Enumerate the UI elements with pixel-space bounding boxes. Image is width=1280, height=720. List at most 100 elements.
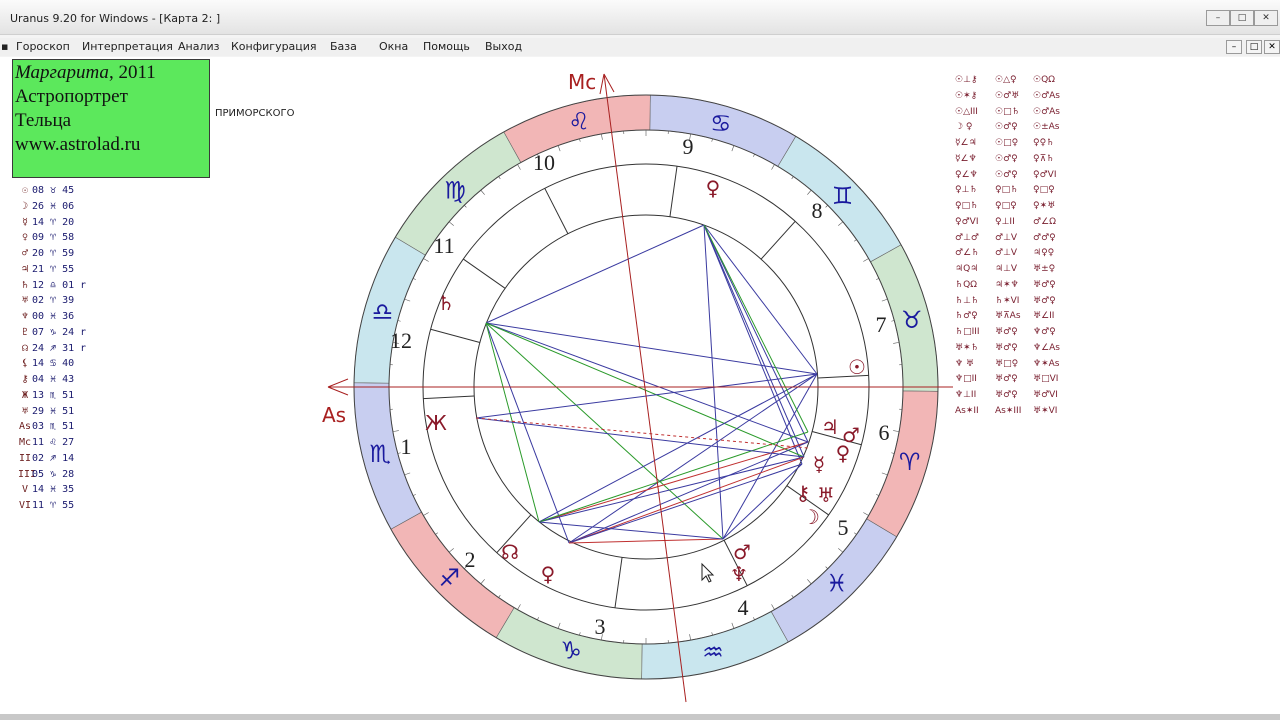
planet-glyph-icon: ⚷ [21,374,29,385]
planet-position-text: 02 ♈ 39 [32,295,75,307]
maximize-button[interactable]: □ [1230,10,1254,26]
chiron-icon: ⚷ [796,481,811,505]
app-menu-icon[interactable]: ▪ [1,40,8,53]
planet-position-text: 05 ♑ 28 [32,468,75,480]
venus-3-icon: ♀ [541,562,556,586]
mdi-minimize-button[interactable]: – [1226,40,1242,54]
website: www.astrolad.ru [15,134,141,155]
planet-position-text: 08 ♉ 45 [32,185,75,196]
planet-positions-list: ☉ 08 ♉ 45 ☽ 26 ♓ 06 ☿ 14 ♈ 20 ♀ 09 ♈ 58 ♂ 20 ♈ 59… [18,183,86,514]
aspect-entry: ♄✶VI [995,295,1020,306]
aspect-entry: ☉QΩ [1033,75,1056,85]
aspect-line [485,322,724,540]
degree-tick [517,604,521,610]
aspect-entry: ♅∠II [1033,311,1055,322]
planet-position-row: ♇ 07 ♑ 24 r [18,325,86,341]
planet-glyph-icon: ♆ [21,311,29,322]
degree-tick [791,176,794,180]
aspects-column-3: ☉QΩ ☉♂As ☉♂As ☉±As ♀♀♄ ♀⊼♄ ♀♂VI ♀□♀ ♀✶♅ ♂∠Ω ♂♂♀ ♃♀♀… [1033,73,1060,420]
aspect-entry: ☉♂♀ [995,122,1018,133]
planet-position-row: ♅ 02 ♈ 39 [18,293,86,309]
minimize-button[interactable]: – [1206,10,1230,26]
pisces-icon: ♓ [826,570,848,598]
menu-horoscope[interactable]: Гороскоп [16,40,70,53]
degree-tick [448,221,454,226]
planet-position-row: ⚷ 04 ♓ 43 [18,372,86,388]
menu-base[interactable]: База [330,40,357,53]
aspect-line [475,417,805,458]
status-bar [0,714,1280,720]
planet-glyph-icon: ♀ [21,232,29,244]
aspect-entry: ♀♂VI [1033,169,1057,180]
house-number-5: 5 [838,515,849,540]
degree-tick [579,632,581,636]
aspect-entry: ♃✶♆ [995,279,1019,290]
house-cusp-line [423,395,475,400]
planet-glyph-icon: Ж [21,389,29,401]
planet-glyph-icon: ♅ [21,295,29,307]
degree-tick [480,189,485,195]
degree-tick [480,579,485,585]
close-button[interactable]: ✕ [1254,10,1278,26]
person-name: Маргарита [15,62,109,83]
house-number-12: 12 [390,328,412,353]
house-number-8: 8 [812,198,823,223]
title-bar: Uranus 9.20 for Windows - [Карта 2: ] – … [0,0,1280,35]
planet-position-text: 14 ♓ 35 [32,484,75,496]
info-line-1: Маргарита, 2011 [15,61,209,85]
planet-position-row: VI11 ♈ 55 [18,498,86,514]
planet-position-row: ♃ 21 ♈ 55 [18,262,86,278]
degree-tick [412,278,416,280]
house-number-4: 4 [738,595,749,620]
degree-tick [537,617,539,621]
menu-windows[interactable]: Окна [379,40,408,53]
aspect-line [485,322,570,544]
aspect-line [722,463,803,540]
planet-glyph-icon: ☿ [21,216,29,228]
jupiter-icon: ♃ [821,415,839,439]
aspect-entry: ☉±As [1033,122,1060,133]
house-cusp-line [669,166,678,217]
mars-2-icon: ♂ [733,540,751,564]
degree-tick [771,164,775,170]
planet-position-row: ♄ 12 ♎ 01 r [18,278,86,294]
menu-configuration[interactable]: Конфигурация [231,40,317,53]
aspect-line-dashed [475,417,809,449]
planet-position-text: 24 ♐ 31 r [32,342,87,354]
planet-position-row: ♅ 29 ♓ 51 [18,404,86,420]
taurus-icon: ♉ [901,306,923,334]
planet-position-row: II02 ♐ 14 [18,451,86,467]
menu-help[interactable]: Помощь [423,40,470,53]
aspect-entry: ♆♂♀ [1033,327,1056,337]
degree-tick [435,532,439,535]
planet-position-row: ☉ 08 ♉ 45 [18,183,86,199]
mdi-close-button[interactable]: ✕ [1264,40,1280,54]
degree-tick [891,452,895,454]
degree-tick [404,472,411,476]
mc-arrow-icon [599,73,615,95]
planet-position-row: As03 ♏ 51 [18,419,86,435]
natal-chart-wheel[interactable]: ♏♐♑ ♒♓♈♉♊♋♌♍♎ As Mc 123456789101112 ☉♃ ♂☿ ♀… [318,62,968,712]
menu-analysis[interactable]: Анализ [178,40,220,53]
planet-position-text: 20 ♈ 59 [32,248,75,259]
mc-label: Mc [568,70,596,94]
house-number-10: 10 [533,150,555,175]
degree-tick [876,278,880,280]
degree-tick [731,622,735,629]
mdi-restore-button[interactable]: □ [1246,40,1262,54]
aspect-entry: ♀□♀ [1033,185,1055,196]
aspect-entry: ☉♂♀ [995,153,1018,164]
menu-exit[interactable]: Выход [485,40,522,53]
aspects-column-2: ☉△♀ ☉♂♅ ☉□♄ ☉♂♀ ☉□♀ ☉♂♀ ☉♂♀ ♀□♄ ♀□♀ ♀⊥II ♂⊥V ♂⊥V ♃⊥V… [995,73,1021,420]
aspect-entry: ♀♀♄ [1033,138,1055,148]
planet-glyph-icon: II [18,452,32,464]
planet-position-text: 21 ♈ 55 [32,263,75,275]
degree-tick [838,221,844,226]
planet-glyphs: ☉♃ ♂☿ ♀♅⚷☽♂♆♀♀☊♄Ж [425,176,866,586]
aspect-line [703,224,809,433]
info-line-3: Тельца [15,110,72,131]
aries-icon: ♈ [899,448,921,476]
menu-interpretation[interactable]: Интерпретация [82,40,173,53]
aspect-entry: ♅□VI [1033,374,1059,385]
aspect-entry: ♀⊼♄ [1033,153,1055,164]
